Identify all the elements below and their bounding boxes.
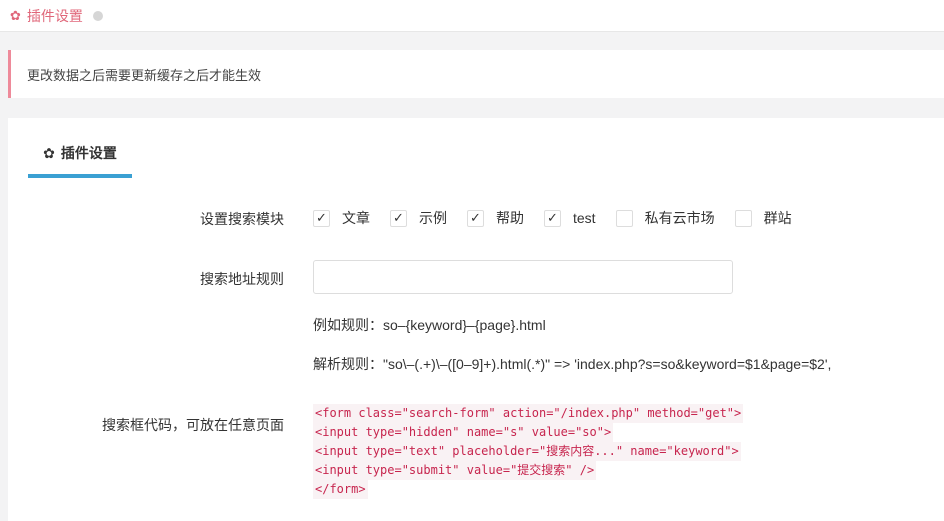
code-line: <form class="search-form" action="/index… — [313, 404, 744, 423]
module-item[interactable]: ✓ 文章 — [313, 208, 370, 228]
module-label: 私有云市场 — [644, 210, 715, 226]
code-label: 搜索框代码，可放在任意页面 — [102, 417, 284, 433]
module-item[interactable]: ✓ test — [544, 209, 596, 227]
module-label: 帮助 — [496, 210, 524, 226]
code-line: <input type="submit" value="提交搜索" /> — [313, 461, 597, 480]
module-item[interactable]: ✓ 示例 — [390, 208, 447, 228]
module-label: test — [573, 210, 596, 226]
tab-close-dot[interactable] — [92, 10, 103, 21]
cache-notice-text: 更改数据之后需要更新缓存之后才能生效 — [27, 67, 262, 83]
checkbox[interactable] — [615, 209, 633, 227]
module-label: 文章 — [342, 210, 370, 226]
gear-icon: ✿ — [10, 7, 21, 23]
gear-icon: ✿ — [43, 144, 55, 161]
search-form-code: <form class="search-form" action="/index… — [313, 404, 744, 499]
checkbox[interactable] — [734, 209, 752, 227]
code-line: </form> — [313, 480, 368, 499]
parse-rule: 解析规则："so\–(.+)\–([0–9]+).html(.*)" => 'i… — [313, 356, 832, 372]
page-tab-title[interactable]: 插件设置 — [27, 6, 83, 26]
module-item[interactable]: ✓ 帮助 — [467, 208, 524, 228]
module-checkbox-group: ✓ 文章 ✓ 示例 ✓ 帮助 ✓ test 私有云市场 群站 — [313, 208, 812, 228]
modules-label: 设置搜索模块 — [200, 211, 284, 227]
tab-label: 插件设置 — [60, 145, 117, 161]
checkbox[interactable]: ✓ — [390, 209, 407, 227]
url-rule-input[interactable] — [313, 260, 733, 294]
code-line: <input type="text" placeholder="搜索内容..."… — [313, 442, 741, 461]
module-item[interactable]: 群站 — [734, 208, 792, 228]
code-line: <input type="hidden" name="s" value="so"… — [313, 423, 614, 442]
top-bar: ✿ 插件设置 — [0, 0, 944, 32]
checkbox[interactable]: ✓ — [313, 209, 330, 227]
tab-plugin-settings[interactable]: ✿ 插件设置 — [28, 132, 132, 178]
module-label: 示例 — [419, 210, 447, 226]
settings-panel: ✿ 插件设置 设置搜索模块 ✓ 文章 ✓ 示例 ✓ 帮助 ✓ test 私有云市… — [8, 118, 944, 521]
url-rule-label: 搜索地址规则 — [200, 271, 284, 287]
checkbox[interactable]: ✓ — [467, 209, 484, 227]
example-rule: 例如规则：so–{keyword}–{page}.html — [313, 317, 546, 333]
checkbox[interactable]: ✓ — [544, 209, 561, 227]
cache-notice: 更改数据之后需要更新缓存之后才能生效 — [8, 50, 944, 98]
module-label: 群站 — [763, 210, 792, 226]
module-item[interactable]: 私有云市场 — [615, 208, 715, 228]
